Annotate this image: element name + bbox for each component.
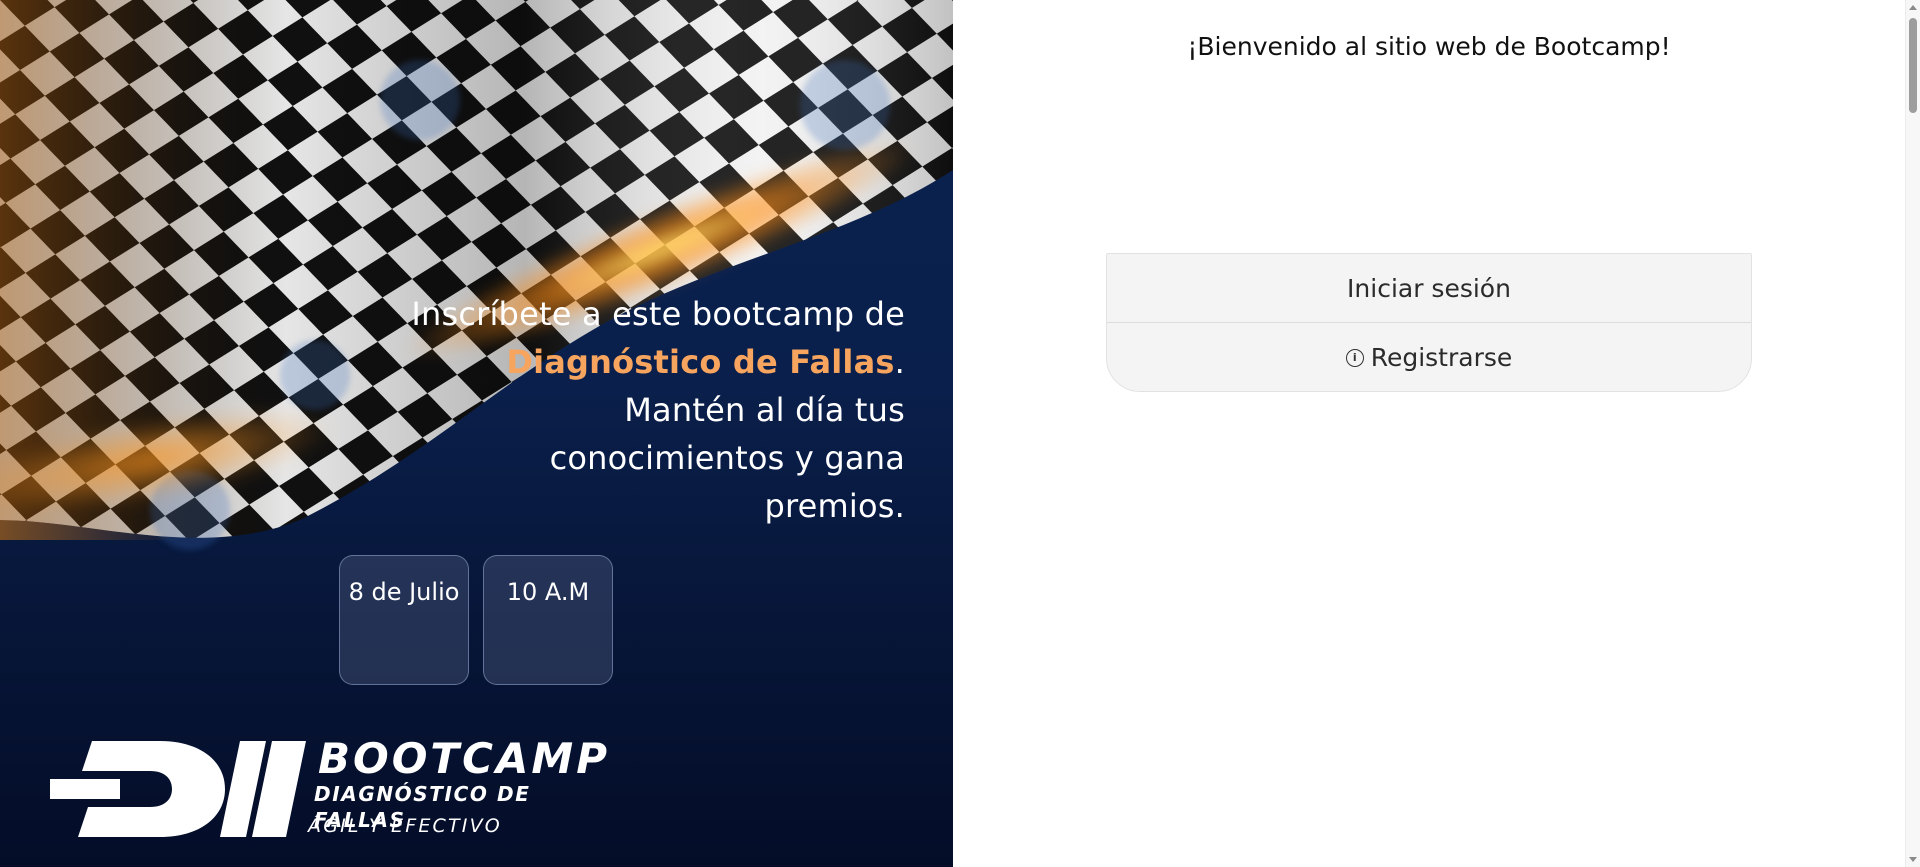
hero-banner: Inscríbete a este bootcamp de Diagnóstic… bbox=[0, 0, 953, 867]
bokeh-light bbox=[380, 60, 460, 140]
logo-tagline: ÁGIL Y EFECTIVO bbox=[308, 815, 502, 837]
register-label: Registrarse bbox=[1370, 343, 1513, 372]
bootcamp-logo-bar bbox=[260, 741, 306, 837]
bootcamp-logo: BOOTCAMP DIAGNÓSTICO DE FALLAS ÁGIL Y EF… bbox=[50, 735, 610, 845]
login-button[interactable]: Iniciar sesión bbox=[1107, 254, 1751, 323]
info-icon: i bbox=[1345, 348, 1364, 367]
scroll-up-arrow-icon[interactable] bbox=[1909, 5, 1917, 10]
auth-menu: Iniciar sesión i Registrarse bbox=[1106, 253, 1752, 392]
page: Inscríbete a este bootcamp de Diagnóstic… bbox=[0, 0, 1920, 867]
welcome-heading: ¡Bienvenido al sitio web de Bootcamp! bbox=[1187, 32, 1671, 61]
event-time-box: 10 A.M bbox=[483, 555, 613, 685]
scroll-down-arrow-icon[interactable] bbox=[1909, 857, 1917, 862]
headline-text: Inscríbete a este bootcamp de bbox=[411, 295, 905, 333]
event-date: 8 de Julio bbox=[348, 578, 460, 606]
event-time: 10 A.M bbox=[506, 578, 590, 606]
register-button[interactable]: i Registrarse bbox=[1107, 323, 1751, 391]
event-date-box: 8 de Julio bbox=[339, 555, 469, 685]
logo-title: BOOTCAMP bbox=[318, 734, 610, 783]
vertical-scrollbar[interactable] bbox=[1905, 0, 1920, 867]
headline-highlight: Diagnóstico de Fallas bbox=[506, 343, 895, 381]
hero-headline: Inscríbete a este bootcamp de Diagnóstic… bbox=[405, 290, 905, 530]
scroll-thumb[interactable] bbox=[1909, 18, 1917, 113]
login-label: Iniciar sesión bbox=[1347, 273, 1511, 303]
